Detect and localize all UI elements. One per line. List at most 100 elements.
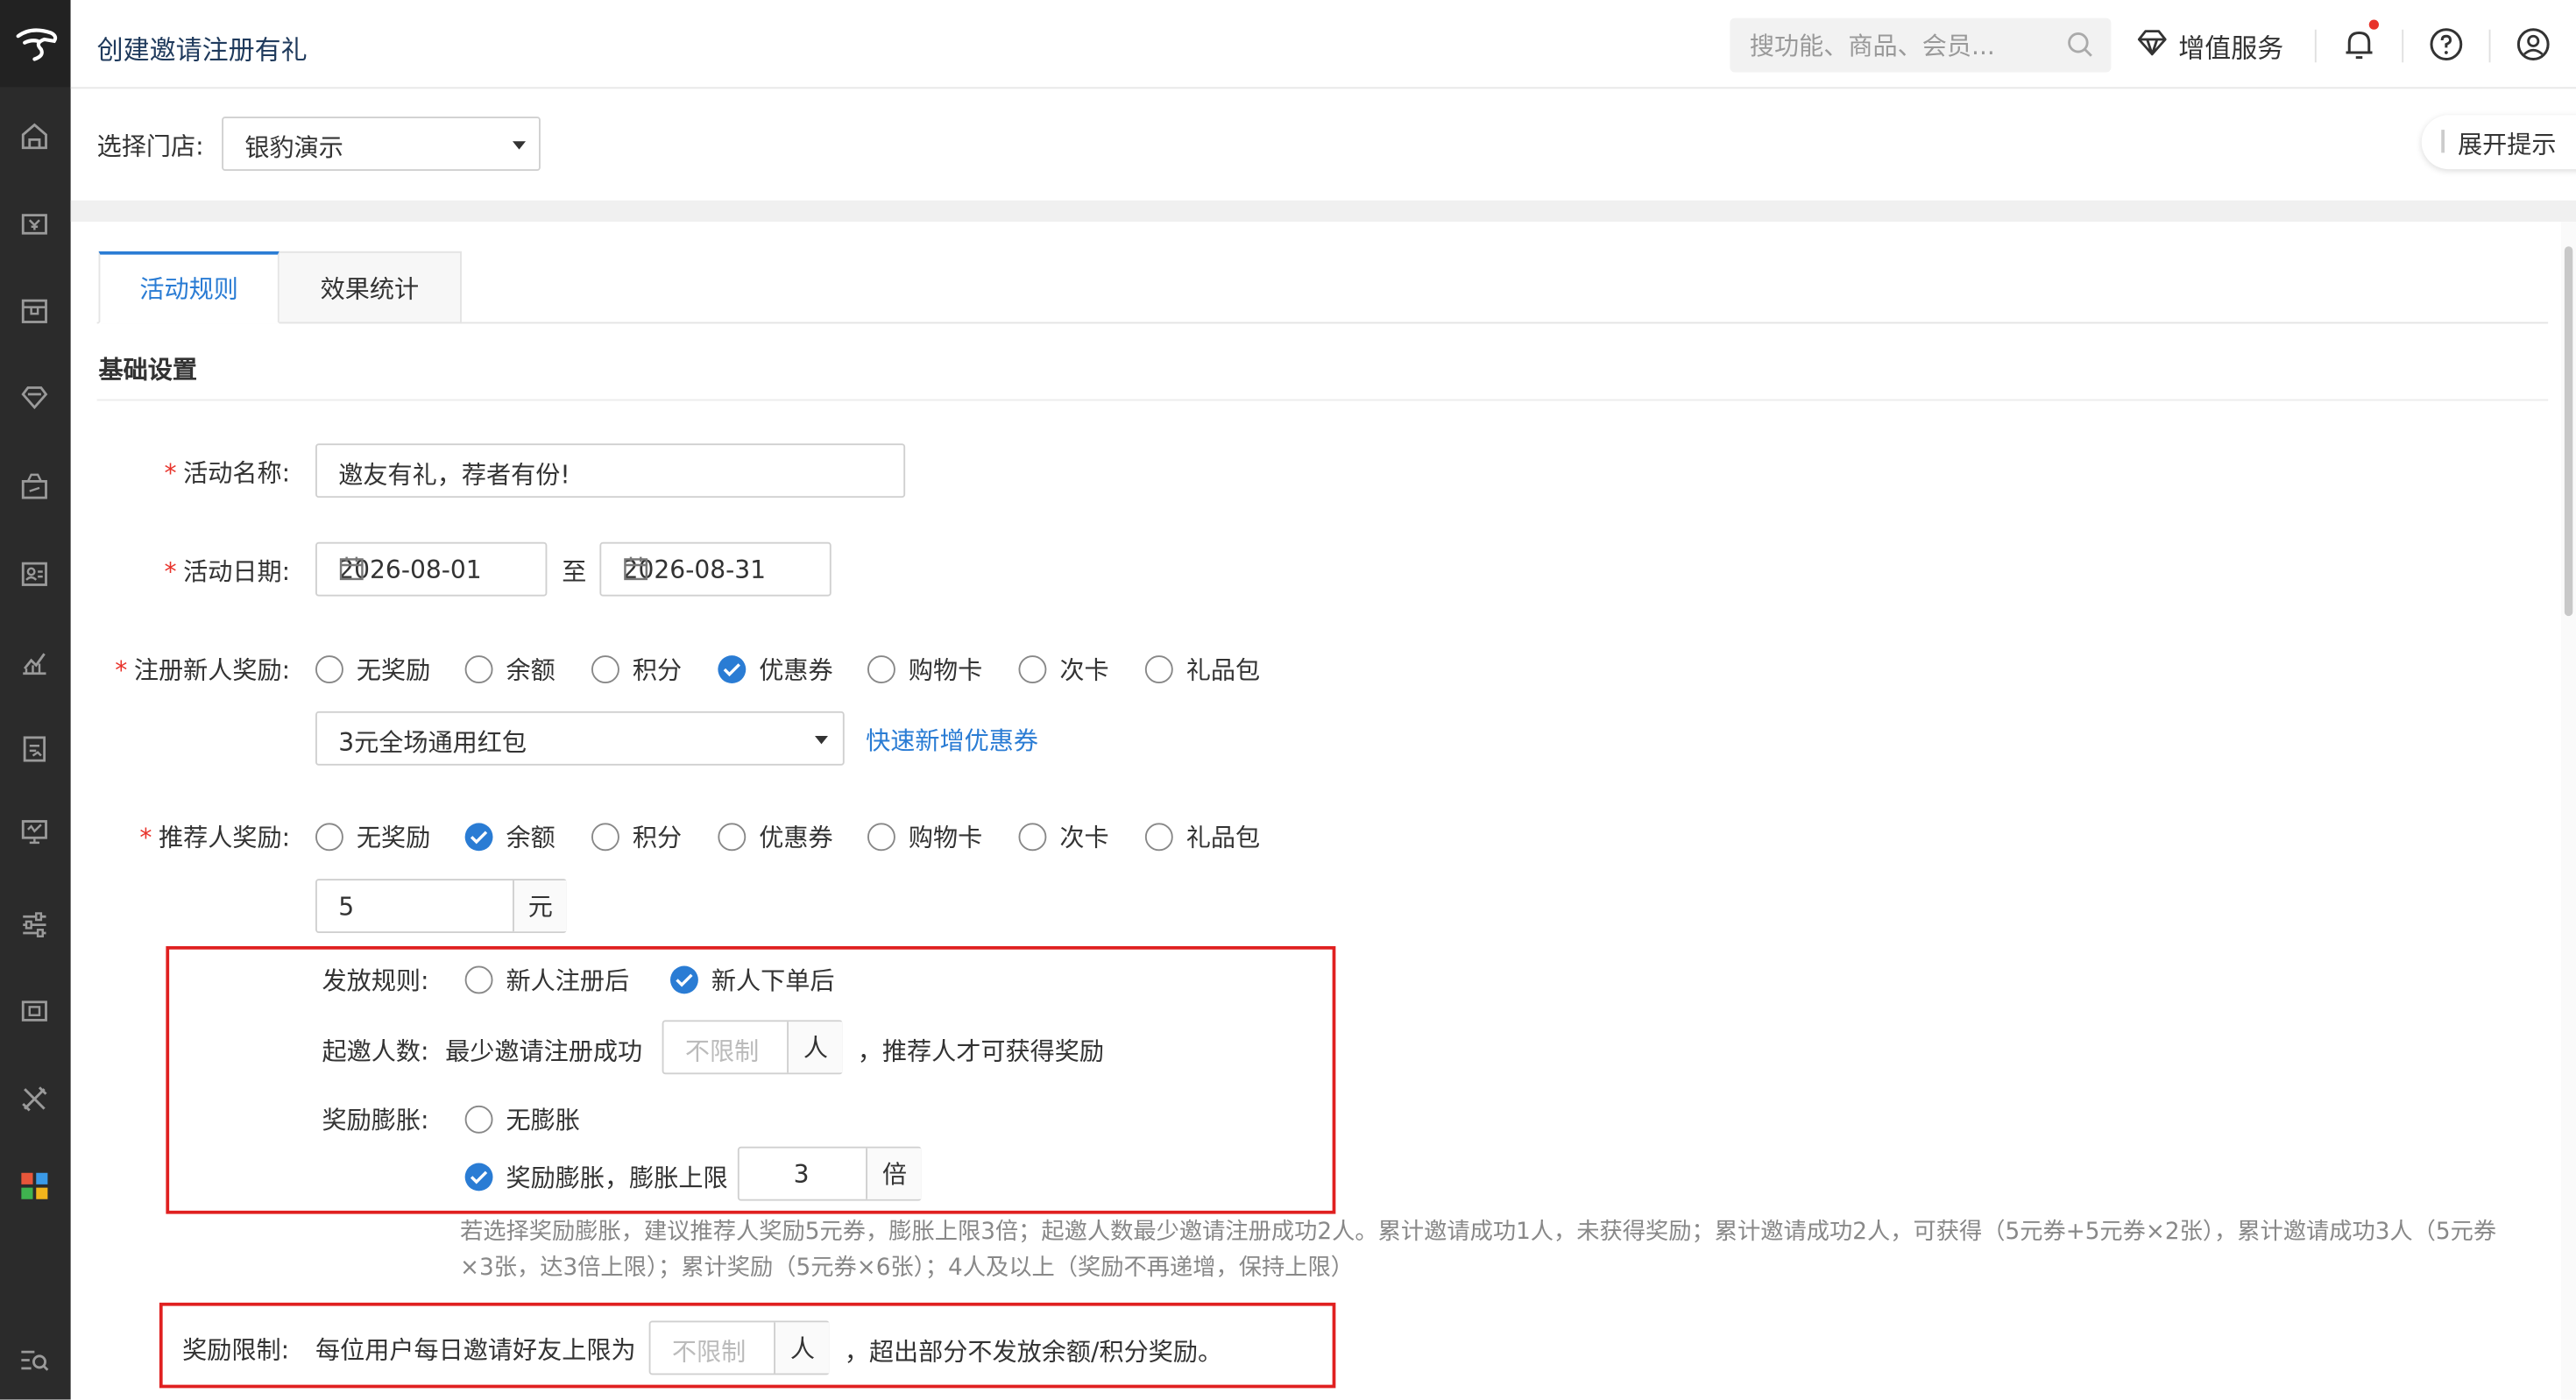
ref-reward-option-times-card[interactable]: 次卡	[1018, 820, 1109, 854]
new-reward-option-times-card[interactable]: 次卡	[1018, 652, 1109, 686]
expand-tips-button[interactable]: 展开提示	[2421, 115, 2576, 170]
reward-limit-prefix: 每位用户每日邀请好友上限为	[315, 1335, 636, 1366]
coupon-select[interactable]: 3元全场通用红包	[315, 711, 845, 766]
radio-circle[interactable]	[1144, 655, 1173, 683]
ref-reward-option-gift-pack[interactable]: 礼品包	[1144, 820, 1260, 854]
ref-reward-option-points[interactable]: 积分	[591, 820, 682, 854]
new-reward-option-gift-pack[interactable]: 礼品包	[1144, 652, 1260, 686]
marketing-icon[interactable]	[17, 468, 53, 504]
radio-checked-icon[interactable]	[464, 1163, 493, 1191]
store-select[interactable]: 银豹演示	[222, 117, 541, 171]
radio-circle[interactable]	[591, 823, 619, 852]
radio-circle[interactable]	[1018, 655, 1047, 683]
page-title: 创建邀请注册有礼	[96, 34, 308, 66]
min-invite-label: 起邀人数:	[322, 1036, 429, 1066]
end-date-input[interactable]: 2026-08-31	[599, 541, 832, 597]
new-reward-option-coupon[interactable]: 优惠券	[718, 652, 833, 686]
radio-circle[interactable]	[464, 655, 493, 683]
option-label: 次卡	[1059, 655, 1109, 685]
radio-checked-icon[interactable]	[670, 965, 698, 994]
global-search-input[interactable]	[1749, 18, 2046, 73]
referrer-reward-label-text: 推荐人奖励:	[158, 823, 291, 853]
radio-circle[interactable]	[867, 823, 895, 852]
radio-circle[interactable]	[315, 823, 343, 852]
activity-name-input[interactable]: 邀友有礼，荐者有份!	[315, 443, 906, 498]
option-label: 无膨胀	[506, 1105, 580, 1135]
daily-limit-unit-addon: 人	[774, 1322, 830, 1374]
bell-icon[interactable]	[2339, 19, 2379, 64]
option-label: 积分	[632, 823, 683, 853]
ref-reward-option-none[interactable]: 无奖励	[315, 820, 430, 854]
radio-circle[interactable]	[718, 823, 747, 852]
tools-icon[interactable]	[17, 1081, 53, 1117]
radio-circle[interactable]	[315, 655, 343, 683]
section-divider	[96, 399, 2549, 401]
apps-icon[interactable]	[17, 1168, 53, 1204]
reward-limit-suffix: ，超出部分不发放余额/积分奖励。	[844, 1337, 1223, 1367]
settings-icon[interactable]	[17, 907, 53, 943]
option-label: 优惠券	[759, 655, 833, 685]
tab-effect-stats[interactable]: 效果统计	[279, 251, 462, 324]
value-added-services-button[interactable]: 增值服务	[2136, 26, 2284, 66]
quick-add-coupon-link[interactable]: 快速新增优惠券	[866, 723, 1038, 757]
logo-icon[interactable]	[0, 0, 71, 88]
activity-name-value: 邀友有礼，荐者有份!	[338, 460, 570, 490]
new-reward-option-shopping-card[interactable]: 购物卡	[867, 652, 982, 686]
referrer-amount-input[interactable]: 5 元	[315, 879, 567, 933]
employee-icon[interactable]	[17, 555, 53, 591]
ref-reward-option-balance[interactable]: 余额	[464, 820, 556, 854]
scrollbar-thumb[interactable]	[2564, 246, 2573, 617]
caret-down-icon	[513, 141, 526, 150]
online-store-icon[interactable]	[17, 813, 53, 849]
radio-circle[interactable]	[1018, 823, 1047, 852]
calendar-icon[interactable]	[623, 555, 814, 589]
radio-circle[interactable]	[591, 655, 619, 683]
radio-circle[interactable]	[867, 655, 895, 683]
new-reward-option-balance[interactable]: 余额	[464, 652, 556, 686]
header-divider	[2314, 29, 2317, 63]
global-search-box[interactable]	[1730, 18, 2112, 73]
tab-activity-rules[interactable]: 活动规则	[98, 251, 280, 324]
issue-rule-option-order[interactable]: 新人下单后	[670, 963, 835, 997]
issue-rule-option-register[interactable]: 新人注册后	[464, 963, 630, 997]
radio-circle[interactable]	[464, 1105, 493, 1134]
new-reward-option-points[interactable]: 积分	[591, 652, 682, 686]
device-icon[interactable]	[17, 993, 53, 1029]
reward-inflation-label: 奖励膨胀:	[322, 1105, 429, 1135]
cashier-icon[interactable]	[17, 205, 53, 241]
new-user-reward-label: * 注册新人奖励:	[115, 652, 290, 686]
option-label: 新人注册后	[506, 965, 630, 996]
calendar-icon[interactable]	[338, 555, 529, 589]
value-added-services-label: 增值服务	[2178, 32, 2284, 65]
user-avatar-icon[interactable]	[2514, 25, 2553, 64]
sidebar	[0, 0, 71, 1400]
radio-checked-icon[interactable]	[718, 655, 747, 683]
ref-reward-option-coupon[interactable]: 优惠券	[718, 820, 833, 854]
activity-name-label-text: 活动名称:	[183, 458, 291, 488]
inflation-option-none[interactable]: 无膨胀	[464, 1102, 580, 1136]
report-icon[interactable]	[17, 644, 53, 680]
tabs-baseline	[96, 322, 2549, 324]
radio-circle[interactable]	[464, 965, 493, 994]
member-icon[interactable]	[17, 379, 53, 415]
radio-circle[interactable]	[1144, 823, 1173, 852]
ref-reward-option-shopping-card[interactable]: 购物卡	[867, 820, 982, 854]
inventory-icon[interactable]	[17, 293, 53, 329]
min-invite-input[interactable]: 不限制 人	[662, 1020, 843, 1075]
new-reward-option-none[interactable]: 无奖励	[315, 652, 430, 686]
drag-handle-icon	[2441, 130, 2445, 153]
home-icon[interactable]	[17, 118, 53, 154]
help-icon[interactable]	[2426, 25, 2466, 64]
daily-invite-limit-input[interactable]: 不限制 人	[648, 1320, 830, 1375]
store-label: 选择门店:	[96, 131, 204, 161]
radio-checked-icon[interactable]	[464, 823, 493, 852]
inflation-option-inflate[interactable]: 奖励膨胀，膨胀上限	[464, 1160, 728, 1194]
referrer-reward-label: * 推荐人奖励:	[139, 820, 290, 854]
finance-icon[interactable]	[17, 731, 53, 767]
search-icon[interactable]	[2067, 32, 2095, 66]
diamond-icon	[2136, 28, 2169, 64]
inflation-limit-input[interactable]: 3 倍	[737, 1146, 922, 1201]
search-menu-icon[interactable]	[17, 1342, 53, 1378]
start-date-input[interactable]: 2026-08-01	[315, 541, 548, 597]
issue-rule-label: 发放规则:	[322, 965, 429, 996]
